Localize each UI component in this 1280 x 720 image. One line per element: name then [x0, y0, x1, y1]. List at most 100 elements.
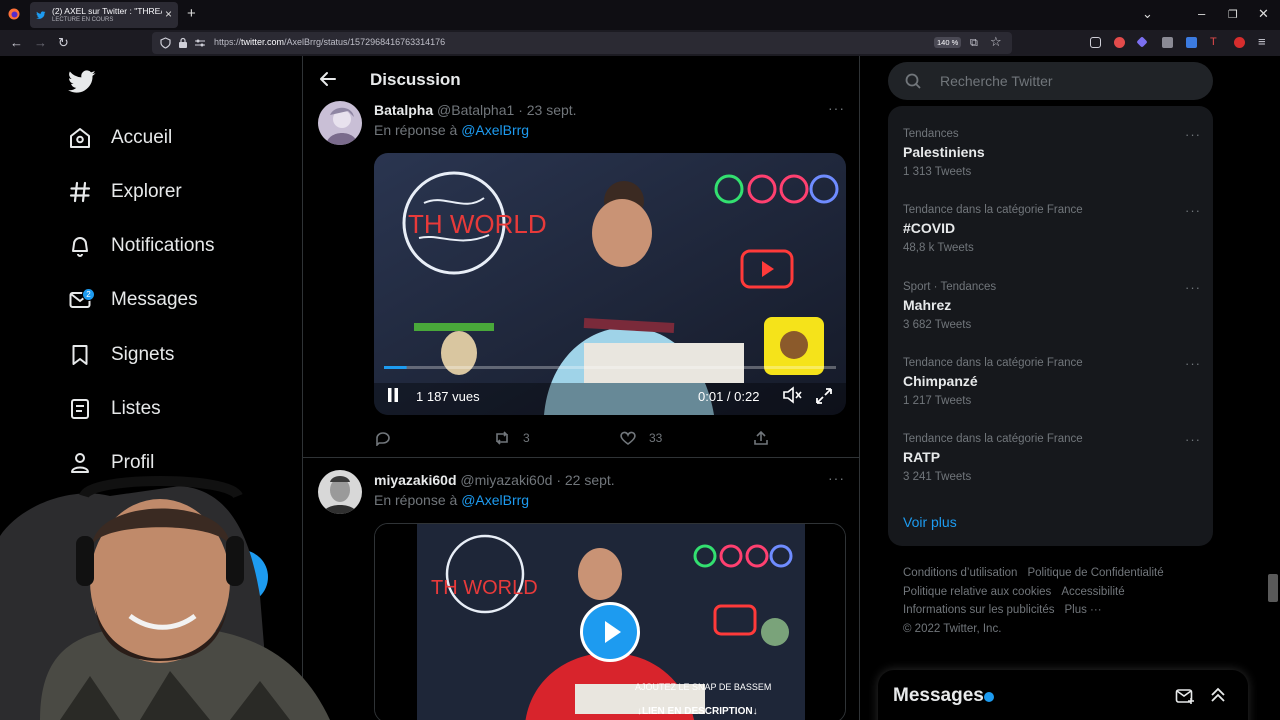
sidebar-item-accueil[interactable]: Accueil [68, 123, 172, 153]
trends-panel: Tendances Palestiniens 1 313 Tweets ··· … [888, 106, 1213, 546]
tab-close-icon[interactable]: × [165, 7, 172, 21]
svg-text:↓LIEN EN DESCRIPTION↓: ↓LIEN EN DESCRIPTION↓ [637, 706, 758, 717]
trend-context: Sport · Tendances [903, 281, 997, 293]
video-logo-text: TH WORLD [431, 577, 538, 599]
play-button[interactable] [580, 602, 640, 662]
adblock-icon[interactable] [1114, 37, 1125, 48]
search-icon [905, 73, 921, 89]
more-options-icon[interactable]: ··· [1185, 280, 1201, 295]
reply-mention-link[interactable]: @AxelBrrg [461, 492, 529, 508]
trend-count: 48,8 k Tweets [903, 242, 974, 254]
lock-icon[interactable] [178, 37, 188, 49]
more-options-icon[interactable]: ··· [1185, 356, 1201, 371]
messages-drawer[interactable]: Messages [878, 670, 1248, 720]
zoom-level[interactable]: 140 % [934, 37, 962, 48]
more-options-icon[interactable]: ··· [1185, 432, 1201, 447]
chevron-up-icon[interactable] [1209, 686, 1227, 704]
more-options-icon[interactable]: ··· [1185, 127, 1201, 142]
tab-list-chevron-icon[interactable]: ⌄ [1142, 6, 1153, 22]
footer-link[interactable]: Politique relative aux cookies [903, 586, 1051, 598]
reply-context: En réponse à @AxelBrrg [374, 492, 530, 508]
back-icon[interactable]: ← [10, 35, 23, 51]
tweet-author[interactable]: Batalpha @Batalpha1 · 23 sept. [374, 102, 577, 118]
trend-item[interactable]: Tendance dans la catégorie France Chimpa… [903, 356, 1203, 407]
more-options-icon[interactable]: ··· [1185, 203, 1201, 218]
reply-button[interactable] [374, 430, 392, 446]
twitter-logo-icon[interactable] [68, 70, 96, 94]
mute-icon[interactable] [782, 386, 802, 409]
video-views: 1 187 vues [416, 389, 480, 404]
bookmark-star-icon[interactable]: ☆ [990, 34, 1002, 50]
fullscreen-icon[interactable] [815, 387, 833, 410]
home-icon [68, 126, 92, 150]
tweet-divider [303, 457, 859, 458]
menu-icon[interactable]: ≡ [1258, 34, 1266, 50]
sidebar-item-listes[interactable]: Listes [68, 394, 161, 424]
reply-mention-link[interactable]: @AxelBrrg [461, 122, 529, 138]
tab-strip: (2) AXEL sur Twitter : "THREAD LECTURE E… [0, 0, 1280, 30]
browser-tab[interactable]: (2) AXEL sur Twitter : "THREAD LECTURE E… [30, 2, 178, 28]
extension-translate-icon[interactable] [1186, 37, 1197, 48]
trend-item[interactable]: Tendances Palestiniens 1 313 Tweets ··· [903, 127, 1203, 178]
new-message-icon[interactable] [1175, 687, 1195, 705]
trend-count: 1 217 Tweets [903, 395, 972, 407]
svg-text:AJOUTEZ LE SNAP DE BASSEM: AJOUTEZ LE SNAP DE BASSEM [635, 682, 771, 692]
trend-item[interactable]: Sport · Tendances Mahrez 3 682 Tweets ··… [903, 280, 1203, 331]
tweet-author[interactable]: miyazaki60d @miyazaki60d · 22 sept. [374, 472, 615, 488]
scrollbar[interactable] [1268, 574, 1278, 602]
sidebar-item-label: Explorer [111, 181, 182, 202]
avatar[interactable] [318, 101, 362, 145]
maximize-icon[interactable]: ❐ [1228, 8, 1238, 21]
back-arrow-icon[interactable] [319, 70, 337, 88]
footer-link[interactable]: Politique de Confidentialité [1027, 567, 1163, 579]
retweet-button[interactable]: 3 [493, 430, 530, 446]
twitter-page: Accueil Explorer Notifications 2 Message… [0, 56, 1280, 720]
url-bar[interactable]: https://twitter.com/AxelBrrg/status/1572… [152, 32, 1012, 54]
sidebar-item-label: Accueil [111, 127, 173, 148]
minimize-icon[interactable]: – [1198, 6, 1205, 21]
more-options-icon[interactable]: ··· [828, 470, 845, 486]
firefox-icon[interactable] [8, 8, 20, 20]
permissions-icon[interactable] [194, 38, 206, 48]
trend-count: 1 313 Tweets [903, 166, 972, 178]
twitter-favicon-icon [36, 11, 46, 19]
extension-puzzle-icon[interactable] [1162, 37, 1173, 48]
pocket-icon[interactable] [1090, 37, 1101, 48]
extension-t-icon[interactable]: T [1210, 37, 1221, 48]
sidebar-item-explorer[interactable]: Explorer [68, 177, 182, 207]
video-player[interactable]: TH WORLD 1 187 vues 0:01 / 0:22 [374, 153, 846, 415]
copyright: © 2022 Twitter, Inc. [903, 623, 1002, 636]
sidebar-item-profil[interactable]: Profil [68, 448, 154, 478]
tab-title: (2) AXEL sur Twitter : "THREAD [52, 6, 162, 16]
trend-item[interactable]: Tendance dans la catégorie France RATP 3… [903, 432, 1203, 483]
more-options-icon[interactable]: ··· [828, 100, 845, 116]
translate-icon[interactable]: ⧉ [970, 35, 978, 51]
window-close-icon[interactable]: ✕ [1258, 6, 1269, 22]
pause-icon[interactable] [386, 387, 400, 403]
trend-item[interactable]: Tendance dans la catégorie France #COVID… [903, 203, 1203, 254]
shield-icon[interactable] [160, 37, 171, 49]
video-player[interactable]: TH WORLD AJOUTEZ LE SNAP DE BASSEM ↓LIEN… [374, 523, 846, 720]
trend-name: RATP [903, 449, 941, 465]
sidebar-item-signets[interactable]: Signets [68, 340, 174, 370]
like-button[interactable]: 33 [619, 430, 662, 446]
share-icon [754, 430, 768, 445]
new-tab-icon[interactable]: + [187, 5, 196, 22]
extension-record-icon[interactable] [1234, 37, 1245, 48]
sidebar-item-notifications[interactable]: Notifications [68, 231, 215, 261]
discussion-header: Discussion [303, 56, 859, 106]
browser-chrome: (2) AXEL sur Twitter : "THREAD LECTURE E… [0, 0, 1280, 56]
sidebar-item-messages[interactable]: 2 Messages [68, 285, 198, 315]
search-input[interactable]: Recherche Twitter [888, 62, 1213, 100]
footer-link[interactable]: Conditions d’utilisation [903, 567, 1017, 579]
sidebar-item-label: Profil [111, 452, 155, 473]
footer-link[interactable]: Accessibilité [1061, 586, 1124, 598]
footer-link[interactable]: Plus ··· [1064, 604, 1101, 616]
footer-link[interactable]: Informations sur les publicités [903, 604, 1054, 616]
forward-icon[interactable]: → [34, 35, 47, 51]
extension-diamond-icon[interactable] [1136, 36, 1148, 48]
list-icon [68, 397, 92, 421]
show-more-link[interactable]: Voir plus [903, 514, 957, 530]
reload-icon[interactable]: ↻ [58, 35, 69, 51]
share-button[interactable] [752, 430, 770, 446]
